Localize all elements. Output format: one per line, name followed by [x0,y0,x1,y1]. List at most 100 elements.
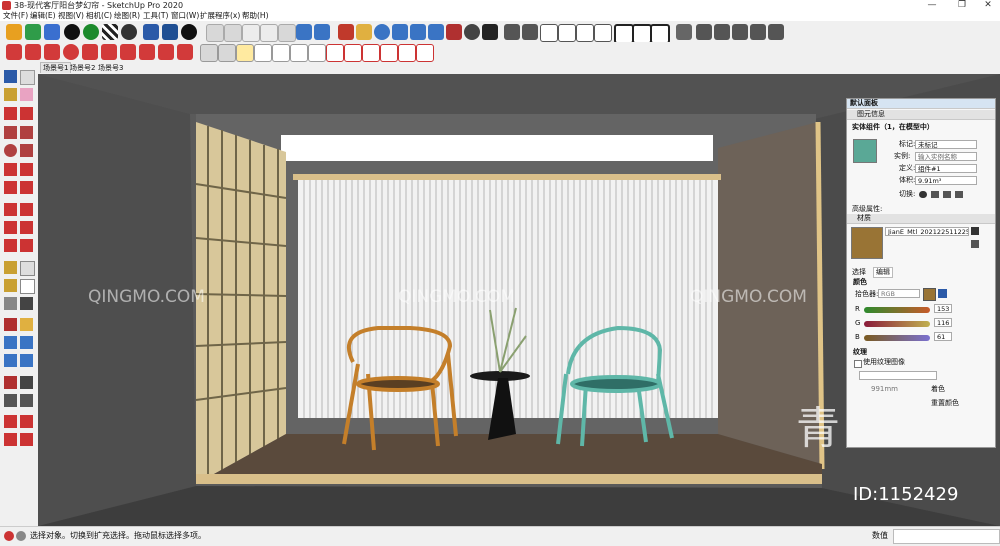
rectangle-icon[interactable] [4,126,17,139]
menu-file[interactable]: 文件(F) [3,11,28,21]
ext-tool-3-icon[interactable] [44,44,60,60]
use-texture-checkbox[interactable] [854,360,862,368]
axes-icon[interactable] [4,297,17,310]
pan-icon[interactable] [356,24,372,40]
push-pull-icon[interactable] [20,203,33,216]
extension-warehouse-icon[interactable] [25,24,41,40]
ruby-tool-4-icon[interactable] [20,433,33,446]
ext-tool-10-icon[interactable] [177,44,193,60]
make-component-icon[interactable] [20,70,35,85]
orbit-tool-icon[interactable] [4,318,17,331]
cast-shadow-toggle-icon[interactable] [943,191,951,198]
fog-icon[interactable] [768,24,784,40]
eyedropper-icon[interactable] [938,289,947,298]
color-picker-select[interactable]: RGB [878,289,920,298]
ext-tool-18-icon[interactable] [326,44,344,62]
section-plane-tool-icon[interactable] [20,394,33,407]
display-section-icon[interactable] [696,24,712,40]
ext-tool-7-icon[interactable] [120,44,136,60]
menu-edit[interactable]: 编辑(E) [30,11,56,21]
zoom-icon[interactable] [374,24,390,40]
ruby-tool-1-icon[interactable] [4,415,17,428]
front-view-icon[interactable] [540,24,558,42]
two-point-perspective-icon[interactable] [650,24,670,44]
ext-tool-20-icon[interactable] [362,44,380,62]
ext-tool-14-icon[interactable] [254,44,272,62]
rotate-icon[interactable] [4,221,17,234]
materials-header[interactable]: 材质 [847,214,995,224]
left-view-icon[interactable] [594,24,612,42]
previous-view-icon[interactable] [428,24,444,40]
box-view-icon[interactable] [206,24,224,42]
credits-status-icon[interactable] [16,531,26,541]
entity-color-swatch[interactable] [853,139,877,163]
polygon-icon[interactable] [20,144,33,157]
terrain-icon[interactable] [83,24,99,40]
tab-scene-3[interactable]: 场景号3 [96,63,125,73]
shaded-view-icon[interactable] [260,24,278,42]
sample-paint-icon[interactable] [971,240,979,248]
menu-extensions[interactable]: 扩展程序(x) [200,11,240,21]
zoom-tool-icon[interactable] [4,336,17,349]
photo-texture-icon[interactable] [102,24,118,40]
menu-view[interactable]: 视图(V) [58,11,84,21]
follow-me-icon[interactable] [20,221,33,234]
tab-select-label[interactable]: 选择 [852,268,866,277]
walk-icon[interactable] [482,24,498,40]
email-icon[interactable] [162,24,178,40]
menu-draw[interactable]: 绘图(R) [114,11,140,21]
rotated-rectangle-icon[interactable] [20,126,33,139]
xray-view-icon[interactable] [296,24,312,40]
lock-toggle-icon[interactable] [931,191,939,198]
look-around-tool-icon[interactable] [20,376,33,389]
perspective-icon[interactable] [632,24,652,44]
ext-tool-4-icon[interactable] [63,44,79,60]
ext-tool-19-icon[interactable] [344,44,362,62]
menu-tools[interactable]: 工具(T) [143,11,168,21]
monochrome-view-icon[interactable] [314,24,330,40]
instance-name-input[interactable]: 输入实例名称 [915,152,977,161]
text-tool-icon[interactable] [20,279,35,294]
three-point-arc-icon[interactable] [4,181,17,194]
top-view-icon[interactable] [522,24,538,40]
ext-tool-5-icon[interactable] [82,44,98,60]
look-around-icon[interactable] [464,24,480,40]
create-material-icon[interactable] [971,227,979,235]
pan-tool-icon[interactable] [20,318,33,331]
add-location-icon[interactable] [64,24,80,40]
ext-tool-6-icon[interactable] [101,44,117,60]
ruby-tool-3-icon[interactable] [4,433,17,446]
ext-tool-23-icon[interactable] [416,44,434,62]
paint-bucket-icon[interactable] [4,88,17,101]
r-slider[interactable] [864,307,930,313]
g-slider[interactable] [864,321,930,327]
ext-tool-22-icon[interactable] [398,44,416,62]
paint-view-icon[interactable] [242,24,260,42]
zoom-window-icon[interactable] [392,24,408,40]
entity-info-header[interactable]: 图元信息 [847,110,995,120]
ext-tool-11-icon[interactable] [200,44,218,62]
measurements-input[interactable] [893,529,1000,544]
menu-window[interactable]: 窗口(W) [171,11,199,21]
section-cuts-icon[interactable] [714,24,730,40]
maximize-button[interactable]: ❐ [948,0,976,11]
layout-icon[interactable] [44,24,60,40]
previous-tool-icon[interactable] [20,354,33,367]
material-name-input[interactable]: JianE_Mtl_20212251122502377 [885,227,969,236]
ext-tool-9-icon[interactable] [158,44,174,60]
tag-select[interactable]: 未标记 [915,140,977,149]
b-value-input[interactable]: 61 [934,332,952,341]
visibility-toggle-icon[interactable] [919,191,927,198]
scale-icon[interactable] [4,239,17,252]
menu-help[interactable]: 帮助(H) [242,11,269,21]
move-icon[interactable] [4,203,17,216]
component-view-icon[interactable] [224,24,242,42]
line-tool-icon[interactable] [4,107,17,120]
ext-tool-1-icon[interactable] [6,44,22,60]
ext-tool-13-icon[interactable] [236,44,254,62]
position-camera-tool-icon[interactable] [4,376,17,389]
receive-shadow-toggle-icon[interactable] [955,191,963,198]
share-model-icon[interactable] [143,24,159,40]
minimize-button[interactable]: — [918,0,946,11]
b-slider[interactable] [864,335,930,341]
